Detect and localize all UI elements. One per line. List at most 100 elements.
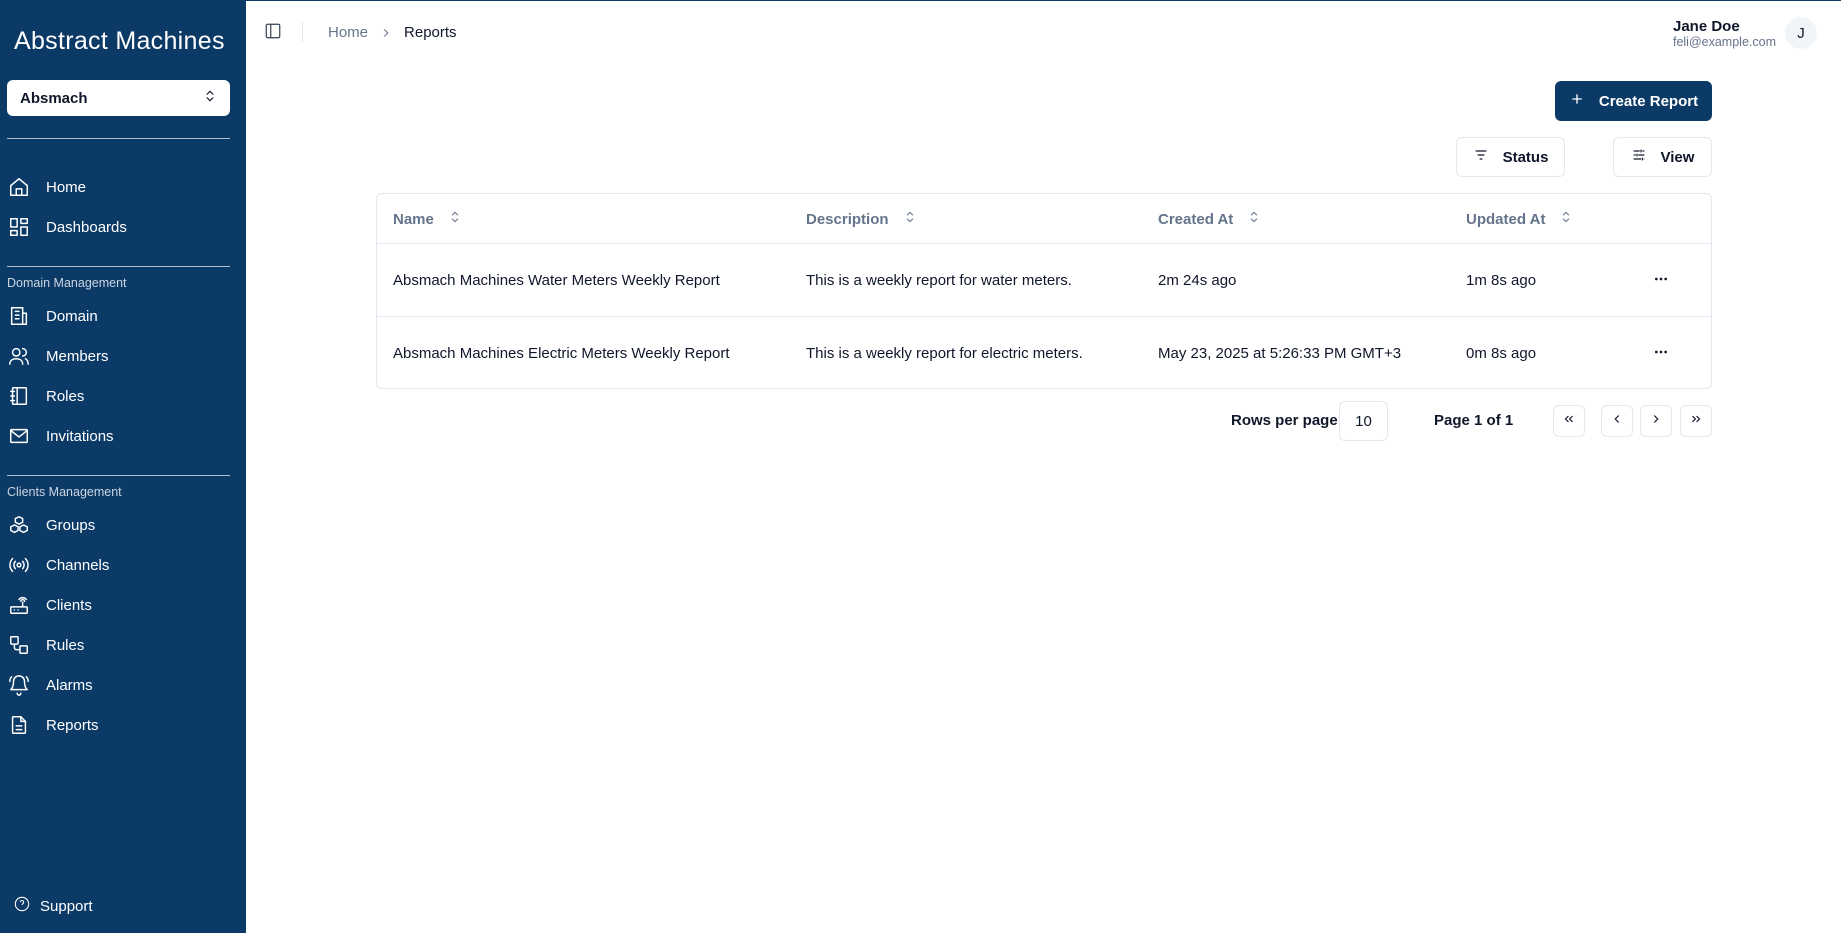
more-horizontal-icon: [1653, 271, 1669, 291]
sidebar-toggle-button[interactable]: [264, 22, 282, 40]
sidebar-item-clients[interactable]: Clients: [7, 588, 230, 622]
sidebar-item-rules[interactable]: Rules: [7, 628, 230, 662]
chevron-left-icon: [1610, 412, 1624, 431]
building-icon: [7, 304, 31, 328]
create-report-label: Create Report: [1598, 92, 1699, 110]
status-filter-button[interactable]: Status: [1456, 137, 1565, 177]
cell-updated-at: 1m 8s ago: [1466, 272, 1537, 289]
sidebar-item-label: Alarms: [46, 676, 93, 694]
sidebar-item-label: Invitations: [46, 427, 114, 445]
sidebar-item-label: Channels: [46, 556, 110, 574]
sort-icon: [1545, 210, 1573, 228]
sidebar-item-domain[interactable]: Domain: [7, 299, 230, 333]
sidebar-item-label: Roles: [46, 387, 85, 405]
cell-name: Absmach Machines Water Meters Weekly Rep…: [393, 272, 720, 289]
home-icon: [7, 175, 31, 199]
sort-icon: [434, 210, 462, 228]
more-horizontal-icon: [1653, 344, 1669, 364]
rows-per-page-label: Rows per page: [1231, 412, 1338, 429]
cell-created-at: 2m 24s ago: [1158, 272, 1237, 289]
page-indicator: Page 1 of 1: [1434, 412, 1514, 429]
user-info[interactable]: Jane Doe feli@example.com: [1672, 18, 1776, 50]
sidebar-item-reports[interactable]: Reports: [7, 708, 230, 742]
sidebar-item-label: Reports: [46, 716, 99, 734]
breadcrumb-home[interactable]: Home: [328, 24, 368, 41]
support-link[interactable]: Support: [14, 896, 93, 916]
user-name: Jane Doe: [1672, 18, 1740, 35]
cell-updated-at: 0m 8s ago: [1466, 345, 1537, 362]
sliders-icon: [1631, 147, 1661, 167]
column-header-created-at[interactable]: Created At: [1158, 194, 1261, 244]
rows-per-page-select[interactable]: 10: [1339, 401, 1388, 441]
workflow-icon: [7, 633, 31, 657]
view-options-label: View: [1660, 148, 1695, 166]
support-label: Support: [40, 897, 93, 915]
breadcrumb: Home Reports: [328, 24, 457, 41]
plus-icon: [1569, 91, 1599, 111]
mail-icon: [7, 424, 31, 448]
sidebar-item-label: Members: [46, 347, 109, 365]
chevron-right-icon: [1649, 412, 1663, 431]
sidebar-item-label: Clients: [46, 596, 92, 614]
chevrons-up-down-icon: [203, 89, 217, 107]
section-label-clients: Clients Management: [7, 485, 122, 499]
row-actions-button[interactable]: [1651, 244, 1671, 317]
column-header-name[interactable]: Name: [393, 194, 462, 244]
table-header: Name Description Created At Updated At: [377, 194, 1711, 244]
next-page-button[interactable]: [1640, 405, 1672, 437]
table-row[interactable]: Absmach Machines Water Meters Weekly Rep…: [377, 244, 1711, 317]
cell-created-at: May 23, 2025 at 5:26:33 PM GMT+3: [1158, 345, 1402, 362]
org-selector[interactable]: Absmach: [7, 80, 230, 116]
table-row[interactable]: Absmach Machines Electric Meters Weekly …: [377, 317, 1711, 390]
previous-page-button[interactable]: [1601, 405, 1633, 437]
sidebar-item-dashboards[interactable]: Dashboards: [7, 210, 230, 244]
sidebar-divider: [7, 475, 230, 476]
file-icon: [7, 713, 31, 737]
sidebar-item-roles[interactable]: Roles: [7, 379, 230, 413]
brand-logo[interactable]: Abstract Machines: [14, 27, 225, 56]
breadcrumb-current: Reports: [404, 24, 457, 41]
section-label-domain: Domain Management: [7, 276, 127, 290]
chevron-right-icon: [379, 26, 393, 40]
sidebar-item-members[interactable]: Members: [7, 339, 230, 373]
reports-table: Name Description Created At Updated At A…: [376, 193, 1712, 389]
sort-icon: [1233, 210, 1261, 228]
sidebar-item-alarms[interactable]: Alarms: [7, 668, 230, 702]
column-header-updated-at[interactable]: Updated At: [1466, 194, 1573, 244]
avatar[interactable]: J: [1785, 17, 1817, 49]
sidebar-item-label: Domain: [46, 307, 98, 325]
row-actions-button[interactable]: [1651, 317, 1671, 390]
view-options-button[interactable]: View: [1613, 137, 1712, 177]
sidebar-item-groups[interactable]: Groups: [7, 508, 230, 542]
column-header-label: Updated At: [1466, 210, 1546, 228]
boxes-icon: [7, 513, 31, 537]
user-email: feli@example.com: [1672, 35, 1776, 49]
radio-icon: [7, 553, 31, 577]
users-icon: [7, 344, 31, 368]
last-page-button[interactable]: [1680, 405, 1712, 437]
sidebar-item-channels[interactable]: Channels: [7, 548, 230, 582]
column-header-label: Created At: [1158, 210, 1234, 228]
panel-left-icon: [264, 23, 282, 44]
status-filter-label: Status: [1502, 148, 1549, 166]
chevrons-left-icon: [1562, 412, 1576, 431]
column-header-label: Name: [393, 210, 434, 228]
create-report-button[interactable]: Create Report: [1555, 81, 1712, 121]
bell-icon: [7, 673, 31, 697]
column-header-label: Description: [806, 210, 889, 228]
sidebar: Abstract Machines Absmach Home Dashboard…: [0, 1, 246, 933]
dashboard-icon: [7, 215, 31, 239]
first-page-button[interactable]: [1553, 405, 1585, 437]
sidebar-item-invitations[interactable]: Invitations: [7, 419, 230, 453]
chevrons-right-icon: [1689, 412, 1703, 431]
column-header-description[interactable]: Description: [806, 194, 917, 244]
sidebar-item-label: Home: [46, 178, 87, 196]
sidebar-item-label: Groups: [46, 516, 96, 534]
notebook-icon: [7, 384, 31, 408]
help-circle-icon: [14, 896, 40, 916]
org-selector-value: Absmach: [20, 89, 88, 107]
router-icon: [7, 593, 31, 617]
sidebar-divider: [7, 266, 230, 267]
sidebar-item-home[interactable]: Home: [7, 170, 230, 204]
cell-name: Absmach Machines Electric Meters Weekly …: [393, 345, 730, 362]
